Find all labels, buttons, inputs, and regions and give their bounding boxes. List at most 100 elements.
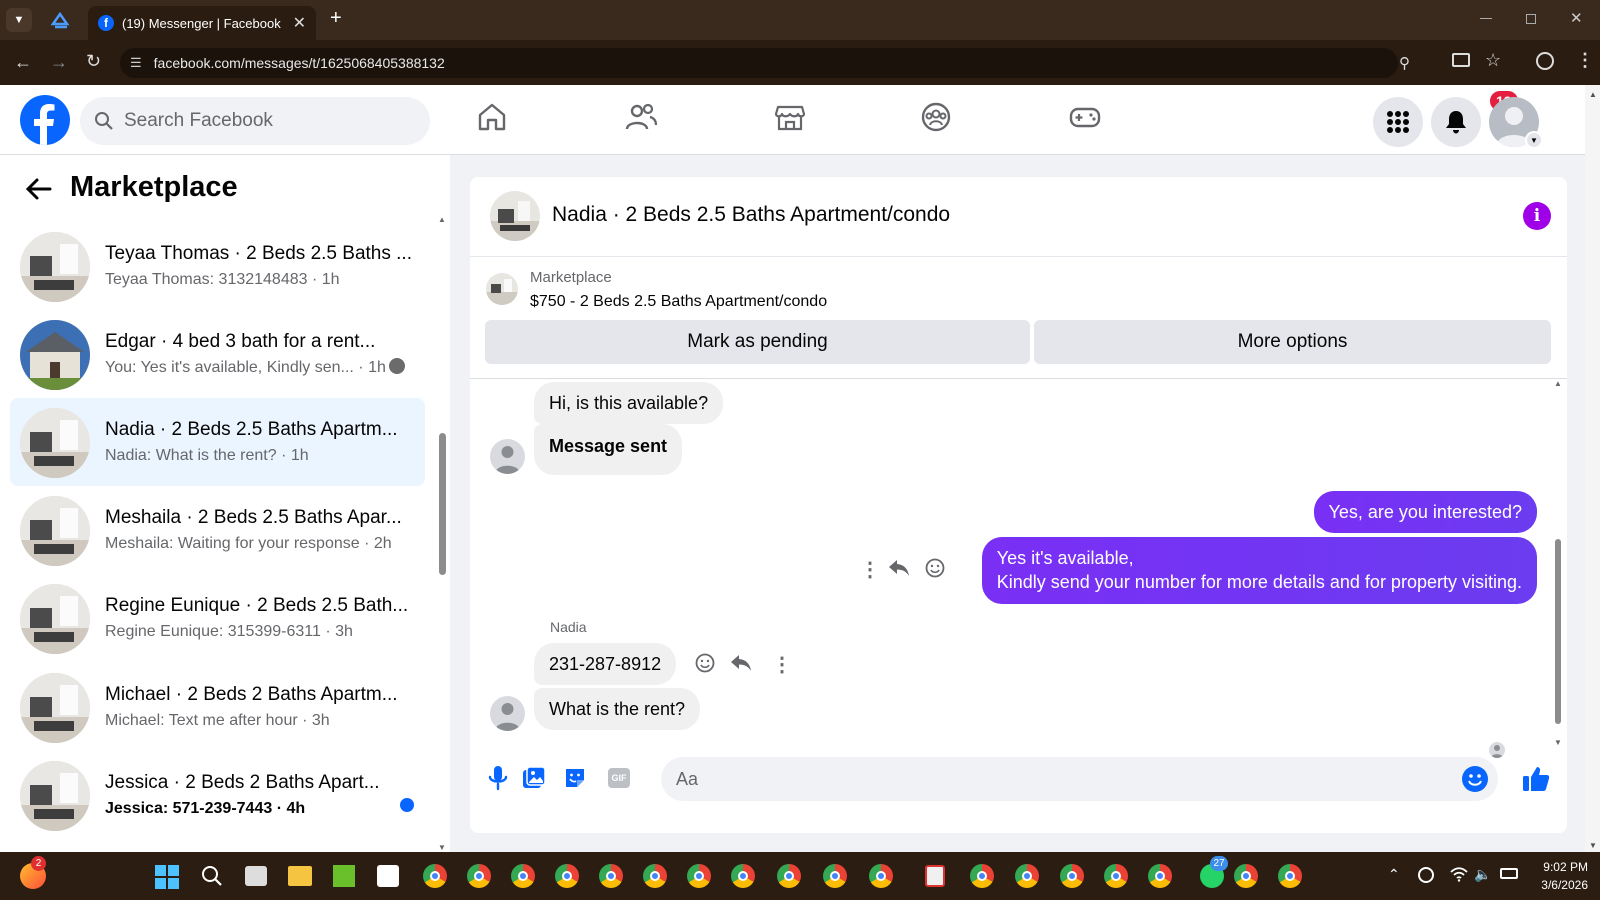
more-options-button[interactable]: More options xyxy=(1034,320,1551,364)
chrome-icon[interactable] xyxy=(970,864,994,888)
tab-search-button[interactable]: ▼ xyxy=(6,8,32,32)
marketplace-icon[interactable] xyxy=(774,101,810,137)
site-info-icon[interactable]: ☰ xyxy=(130,55,142,71)
incoming-message[interactable]: 231-287-8912 xyxy=(534,643,677,685)
cast-icon[interactable] xyxy=(1452,53,1470,67)
chrome-icon[interactable] xyxy=(1278,864,1302,888)
sticker-icon[interactable] xyxy=(563,766,587,790)
chrome-icon[interactable] xyxy=(777,864,801,888)
photo-icon[interactable] xyxy=(522,766,546,790)
wifi-icon[interactable] xyxy=(1450,866,1468,882)
profile-icon[interactable] xyxy=(1536,52,1554,70)
sender-avatar[interactable] xyxy=(490,696,525,731)
menu-button[interactable] xyxy=(1373,97,1423,147)
chrome-icon[interactable] xyxy=(599,864,623,888)
page-scrollbar[interactable]: ▲ ▼ xyxy=(1585,85,1600,852)
gaming-icon[interactable] xyxy=(1068,101,1104,137)
listing-title[interactable]: $750 - 2 Beds 2.5 Baths Apartment/condo xyxy=(530,293,827,311)
spreadsheet-app-icon[interactable] xyxy=(333,865,355,887)
snipping-tool-icon[interactable] xyxy=(925,865,945,887)
reply-icon[interactable] xyxy=(888,559,910,577)
volume-icon[interactable]: 🔈 xyxy=(1474,866,1491,883)
incoming-message[interactable]: What is the rent? xyxy=(534,688,701,730)
emoji-icon[interactable] xyxy=(1462,766,1488,792)
chat-avatar[interactable] xyxy=(490,191,540,241)
battery-icon[interactable] xyxy=(1500,868,1518,879)
chrome-icon[interactable] xyxy=(1015,864,1039,888)
message-more-icon[interactable]: ⋮ xyxy=(860,557,880,582)
clock-date[interactable]: 3/6/2026 xyxy=(1528,878,1588,892)
windows-start-icon[interactable] xyxy=(155,865,179,889)
conversation-info-icon[interactable]: i xyxy=(1523,202,1551,230)
restore-icon[interactable] xyxy=(1526,14,1536,24)
edge-profile-icon[interactable] xyxy=(50,10,70,30)
reload-icon[interactable]: ↻ xyxy=(86,51,101,72)
home-icon[interactable] xyxy=(476,101,512,137)
incoming-message[interactable]: Message sent xyxy=(534,424,683,475)
forward-icon[interactable]: → xyxy=(50,52,68,73)
sidebar-scrollbar[interactable]: ▲ ▼ xyxy=(436,215,448,852)
minimize-icon[interactable] xyxy=(1480,18,1492,19)
back-icon[interactable]: ← xyxy=(14,52,32,73)
conversation-item[interactable]: Regine Eunique · 2 Beds 2.5 Bath... Regin… xyxy=(10,574,425,662)
chrome-icon[interactable] xyxy=(823,864,847,888)
close-tab-icon[interactable]: ✕ xyxy=(293,13,306,33)
sender-avatar[interactable] xyxy=(490,439,525,474)
search-input[interactable]: Search Facebook xyxy=(80,97,430,145)
new-tab-icon[interactable]: + xyxy=(330,7,342,30)
chrome-icon[interactable] xyxy=(423,864,447,888)
conversation-item[interactable]: Nadia · 2 Beds 2.5 Baths Apartm... Nadia:… xyxy=(10,398,425,486)
file-explorer-icon[interactable] xyxy=(288,866,312,886)
message-input[interactable]: Aa xyxy=(661,757,1498,801)
chrome-icon[interactable] xyxy=(869,864,893,888)
chrome-icon[interactable] xyxy=(467,864,491,888)
close-window-icon[interactable]: ✕ xyxy=(1570,9,1583,27)
app-tray-icon[interactable] xyxy=(1418,867,1434,883)
microphone-icon[interactable] xyxy=(488,765,508,791)
clock-time[interactable]: 9:02 PM xyxy=(1528,860,1588,874)
task-view-icon[interactable] xyxy=(245,866,267,886)
show-hidden-icons-chevron-icon[interactable]: ⌃ xyxy=(1388,866,1400,883)
zoom-icon[interactable]: ⚲ xyxy=(1399,54,1410,72)
gif-icon[interactable]: GIF xyxy=(608,768,630,788)
outgoing-message[interactable]: Yes, are you interested? xyxy=(1313,491,1537,533)
incoming-message[interactable]: Hi, is this available? xyxy=(534,382,724,424)
chrome-icon[interactable] xyxy=(555,864,579,888)
taskbar-search-icon[interactable] xyxy=(201,865,223,887)
message-more-icon[interactable]: ⋮ xyxy=(772,652,792,677)
react-emoji-icon[interactable] xyxy=(925,558,945,578)
back-arrow-icon[interactable] xyxy=(24,177,52,201)
chat-scrollbar[interactable]: ▲ ▼ xyxy=(1552,379,1564,747)
tab-messenger[interactable]: f (19) Messenger | Facebook ✕ xyxy=(88,6,316,40)
conversation-item[interactable]: Jessica · 2 Beds 2 Baths Apart... Jessica… xyxy=(10,751,425,839)
chrome-icon[interactable] xyxy=(643,864,667,888)
conversation-item[interactable]: Michael · 2 Beds 2 Baths Apartm... Michae… xyxy=(10,663,425,751)
notifications-button[interactable] xyxy=(1431,97,1481,147)
chrome-icon[interactable] xyxy=(1148,864,1172,888)
conversation-item[interactable]: Edgar · 4 bed 3 bath for a rent... You: Y… xyxy=(10,310,425,398)
reply-icon[interactable] xyxy=(730,654,752,672)
react-emoji-icon[interactable] xyxy=(695,653,715,673)
groups-icon[interactable] xyxy=(920,101,956,137)
store-icon[interactable] xyxy=(377,865,399,887)
like-thumbs-up-icon[interactable] xyxy=(1522,765,1550,793)
account-chevron-down-icon[interactable]: ▼ xyxy=(1525,131,1543,149)
browser-menu-icon[interactable]: ⋮ xyxy=(1576,50,1594,71)
chat-title[interactable]: Nadia · 2 Beds 2.5 Baths Apartment/condo xyxy=(552,203,950,227)
chrome-icon[interactable] xyxy=(687,864,711,888)
conversation-item[interactable]: Teyaa Thomas · 2 Beds 2.5 Baths ... Teyaa… xyxy=(10,222,425,310)
chat-scroll-thumb[interactable] xyxy=(1555,539,1561,724)
chrome-icon[interactable] xyxy=(1060,864,1084,888)
chrome-icon[interactable] xyxy=(1234,864,1258,888)
chrome-icon[interactable] xyxy=(1104,864,1128,888)
chrome-icon[interactable] xyxy=(731,864,755,888)
facebook-logo-icon[interactable] xyxy=(20,95,70,145)
sidebar-scroll-thumb[interactable] xyxy=(439,433,446,575)
listing-thumbnail[interactable] xyxy=(486,273,518,305)
url-bar[interactable]: ☰ facebook.com/messages/t/16250684053881… xyxy=(120,48,1410,78)
bookmark-star-icon[interactable]: ☆ xyxy=(1485,50,1501,71)
friends-icon[interactable] xyxy=(624,101,660,137)
chrome-icon[interactable] xyxy=(511,864,535,888)
conversation-item[interactable]: Meshaila · 2 Beds 2.5 Baths Apar... Mesha… xyxy=(10,486,425,574)
mark-as-pending-button[interactable]: Mark as pending xyxy=(485,320,1030,364)
